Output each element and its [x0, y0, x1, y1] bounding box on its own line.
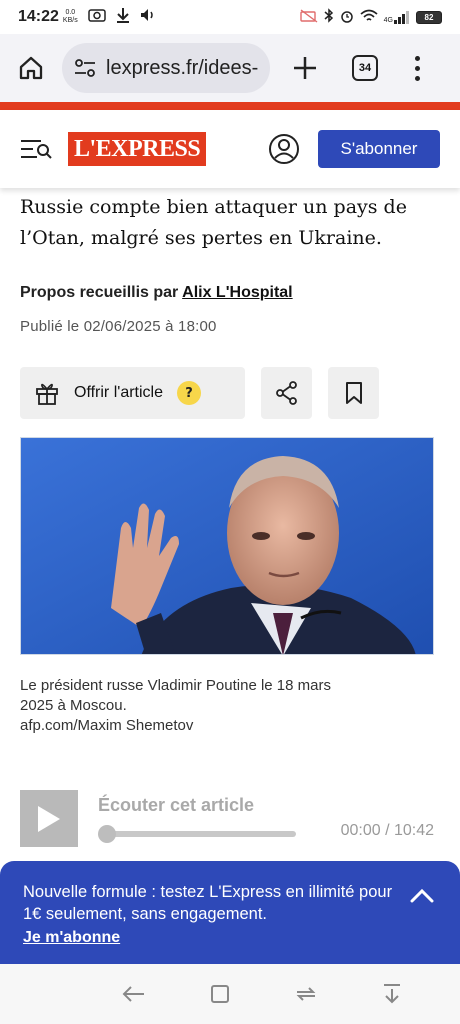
promo-banner: Nouvelle formule : testez L'Express en i…	[0, 861, 460, 964]
home-nav-button[interactable]	[206, 980, 234, 1008]
back-arrow-icon	[122, 986, 144, 1002]
url-text[interactable]: lexpress.fr/idees-	[106, 57, 258, 80]
lead-line: l’Otan, malgré ses pertes en Ukraine.	[20, 227, 382, 249]
new-tab-button[interactable]	[290, 53, 320, 83]
user-icon	[269, 134, 299, 164]
plus-icon	[294, 57, 316, 79]
audio-title: Écouter cet article	[98, 795, 255, 815]
signal-label: 4G	[383, 16, 393, 24]
address-bar[interactable]: lexpress.fr/idees-	[62, 43, 270, 93]
audio-progress-track[interactable]	[100, 831, 296, 837]
volume-icon	[140, 8, 156, 26]
status-right-icons: 4G 82	[299, 8, 442, 26]
system-nav-bar	[0, 964, 460, 1024]
byline-prefix: Propos recueillis par	[20, 284, 179, 301]
status-time: 14:22	[18, 8, 59, 25]
tab-switcher-button[interactable]: 34	[352, 55, 378, 81]
bookmark-icon	[345, 382, 362, 404]
chevron-up-icon	[410, 888, 434, 903]
alarm-icon	[340, 9, 354, 26]
home-icon	[19, 56, 43, 80]
article-photo	[20, 437, 434, 655]
account-button[interactable]	[268, 133, 300, 165]
menu-dot	[414, 55, 420, 61]
net-speed-unit: KB/s	[62, 17, 78, 24]
download-icon	[116, 7, 130, 27]
menu-search-button[interactable]	[20, 138, 52, 160]
play-icon	[38, 805, 60, 832]
site-logo[interactable]: L'EXPRESS	[68, 132, 207, 166]
photo-illustration	[21, 438, 433, 654]
logo-text: L'EXPRESS	[74, 135, 201, 162]
share-button[interactable]	[261, 367, 312, 419]
net-speed-value: 0.0	[65, 9, 76, 16]
photo-caption: Le président russe Vladimir Poutine le 1…	[20, 676, 440, 736]
author-link[interactable]: Alix L'Hospital	[182, 284, 292, 301]
recents-button[interactable]	[292, 980, 320, 1008]
photo-credit: afp.com/Maxim Shemetov	[20, 717, 194, 734]
browser-toolbar: lexpress.fr/idees- 34	[0, 34, 460, 102]
article-actions: Offrir l'article ?	[20, 367, 379, 419]
audio-time: 00:00 / 10:42	[340, 822, 434, 839]
wifi-icon	[360, 9, 378, 26]
signal-icon: 4G	[383, 10, 410, 24]
square-icon	[211, 985, 229, 1003]
back-button[interactable]	[120, 980, 148, 1008]
collapse-button[interactable]	[410, 887, 434, 903]
site-settings-icon[interactable]	[74, 57, 96, 79]
screenshot-icon	[87, 8, 106, 26]
share-icon	[275, 381, 297, 405]
recents-icon	[296, 987, 316, 1001]
promo-subscribe-link[interactable]: Je m'abonne	[23, 929, 120, 947]
byline: Propos recueillis par Alix L'Hospital	[20, 284, 293, 302]
arrow-down-bar-icon	[384, 984, 400, 1004]
publish-date: Publié le 02/06/2025 à 18:00	[20, 318, 217, 335]
lead-line: Russie compte bien attaquer un pays de	[20, 196, 407, 218]
menu-dot	[414, 65, 420, 71]
article-lead: Russie compte bien attaquer un pays de l…	[20, 192, 440, 254]
bookmark-button[interactable]	[328, 367, 379, 419]
menu-dot	[414, 75, 420, 81]
mute-icon	[299, 8, 318, 26]
menu-search-icon	[21, 140, 52, 159]
home-button[interactable]	[14, 51, 48, 85]
promo-text: Nouvelle formule : testez L'Express en i…	[23, 883, 393, 923]
gift-icon	[36, 383, 58, 405]
help-badge[interactable]: ?	[177, 381, 201, 405]
gift-article-button[interactable]: Offrir l'article ?	[20, 367, 245, 419]
play-button[interactable]	[20, 790, 78, 847]
bluetooth-icon	[324, 8, 334, 26]
status-bar: 14:22 0.0 KB/s 4G 82	[0, 0, 460, 34]
battery-icon: 82	[416, 10, 442, 24]
site-header: L'EXPRESS S'abonner	[0, 110, 460, 188]
audio-player: Écouter cet article 00:00 / 10:42	[20, 790, 440, 848]
browser-menu-button[interactable]	[412, 53, 422, 83]
net-speed: 0.0 KB/s	[63, 9, 78, 25]
caption-line: 2025 à Moscou.	[20, 697, 127, 714]
hide-nav-button[interactable]	[378, 980, 406, 1008]
audio-progress-handle[interactable]	[98, 825, 116, 843]
brand-divider	[0, 102, 460, 110]
caption-line: Le président russe Vladimir Poutine le 1…	[20, 677, 331, 694]
subscribe-button[interactable]: S'abonner	[318, 130, 440, 168]
gift-article-label: Offrir l'article	[74, 384, 163, 401]
